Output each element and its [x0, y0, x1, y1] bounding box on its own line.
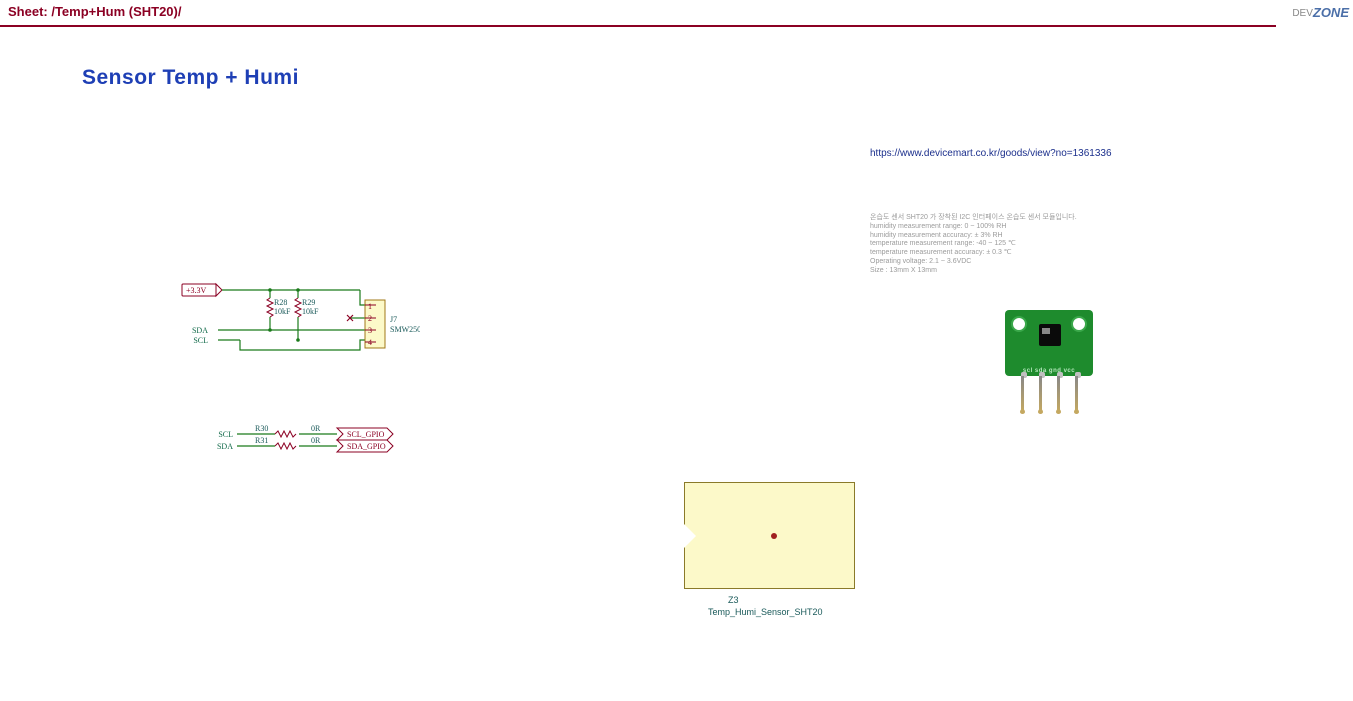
conn-val: SMW250-04 [390, 325, 420, 334]
spec-line: humidity measurement accuracy: ± 3% RH [870, 232, 1077, 241]
r28-val: 10kF [274, 307, 291, 316]
pcb-photo: scl sda gnd vcc [1005, 310, 1093, 376]
module-ref: Z3 [728, 595, 739, 605]
r30-val: 0R [311, 425, 321, 433]
spec-block: 온습도 센서 SHT20 가 장착된 I2C 인터페이스 온습도 센서 모듈입니… [870, 214, 1077, 275]
spec-line: Operating voltage: 2.1 ~ 3.6VDC [870, 258, 1077, 267]
spec-line: temperature measurement range: -40 ~ 125… [870, 240, 1077, 249]
r31-ref: R31 [255, 436, 268, 445]
pin-leg [1021, 376, 1024, 412]
conn-ref: J7 [390, 315, 397, 324]
net-sda: SDA [192, 326, 208, 335]
logo-zone: ZONE [1313, 5, 1349, 20]
spec-line: humidity measurement range: 0 ~ 100% RH [870, 223, 1077, 232]
schematic-main: +3.3V R28 10kF R29 10kF SDA SCL 1 2 3 4 … [180, 280, 420, 360]
net2-sda: SDA [217, 442, 233, 451]
r29-ref: R29 [302, 298, 315, 307]
sheet-path: Sheet: /Temp+Hum (SHT20)/ [8, 4, 181, 19]
pin-leg [1075, 376, 1078, 412]
r28-ref: R28 [274, 298, 287, 307]
logo: DEVZONE [1292, 5, 1349, 20]
power-label: +3.3V [186, 286, 207, 295]
tag-scl: SCL_GPIO [347, 430, 385, 439]
net2-scl: SCL [218, 430, 233, 439]
tag-sda: SDA_GPIO [347, 442, 386, 451]
chip-icon [1039, 324, 1061, 346]
spec-line: temperature measurement accuracy: ± 0.3 … [870, 249, 1077, 258]
r30-ref: R30 [255, 425, 268, 433]
module-block[interactable] [684, 482, 855, 589]
pin-1: 1 [368, 302, 372, 311]
page-title: Sensor Temp + Humi [82, 66, 299, 90]
net-scl: SCL [193, 336, 208, 345]
module-name: Temp_Humi_Sensor_SHT20 [708, 607, 823, 617]
r31-val: 0R [311, 436, 321, 445]
schematic-gpio: SCL SDA R30 R31 0R 0R SCL_GPIO SDA_GPIO [215, 425, 405, 460]
origin-dot-icon [771, 533, 777, 539]
r29-val: 10kF [302, 307, 319, 316]
product-url[interactable]: https://www.devicemart.co.kr/goods/view?… [870, 148, 1112, 159]
sheet-divider [0, 25, 1276, 27]
pin-leg [1057, 376, 1060, 412]
logo-dev: DEV [1292, 8, 1313, 19]
spec-line: Size : 13mm X 13mm [870, 267, 1077, 276]
pin-leg [1039, 376, 1042, 412]
spec-line: 온습도 센서 SHT20 가 장착된 I2C 인터페이스 온습도 센서 모듈입니… [870, 214, 1077, 223]
